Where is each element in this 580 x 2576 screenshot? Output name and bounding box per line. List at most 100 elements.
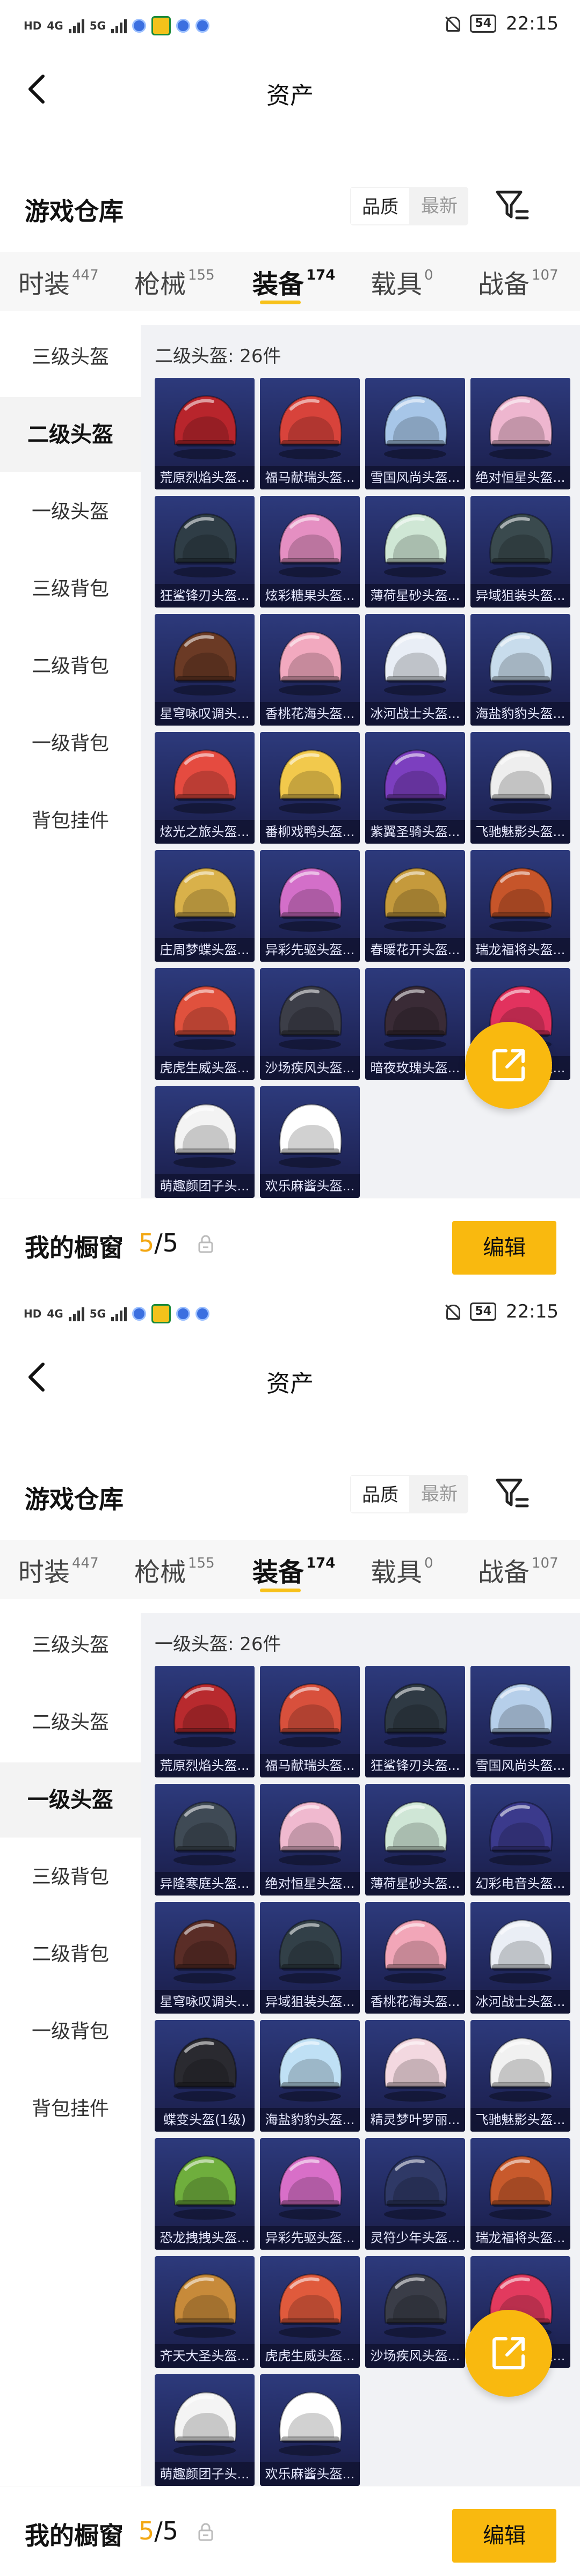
tab-category[interactable]: 载具 0 bbox=[371, 1551, 433, 1589]
item-card[interactable]: 春暖花开头盔... bbox=[365, 850, 465, 962]
notification-app-icon bbox=[151, 16, 171, 35]
item-card[interactable]: 萌趣颜团子头... bbox=[155, 1086, 255, 1198]
edit-button[interactable]: 编辑 bbox=[452, 1221, 556, 1275]
sidebar-item[interactable]: 背包挂件 bbox=[0, 2072, 141, 2147]
tab-category[interactable]: 战备 107 bbox=[478, 1551, 559, 1589]
item-card[interactable]: 飞驰魅影头盔... bbox=[470, 2020, 570, 2132]
item-card[interactable]: 幻彩电音头盔... bbox=[470, 1784, 570, 1896]
item-card[interactable]: 暗夜玫瑰头盔... bbox=[365, 968, 465, 1080]
warehouse-row: 游戏仓库 品质 最新 bbox=[0, 182, 580, 231]
item-card[interactable]: 精灵梦叶罗丽... bbox=[365, 2020, 465, 2132]
tab-category[interactable]: 枪械 155 bbox=[134, 263, 215, 301]
item-card[interactable]: 庄周梦蝶头盔... bbox=[155, 850, 255, 962]
item-card[interactable]: 虎虎生威头盔... bbox=[260, 2256, 360, 2368]
sidebar-item[interactable]: 二级头盔 bbox=[0, 1685, 141, 1760]
item-card[interactable]: 炫光之旅头盔... bbox=[155, 732, 255, 844]
item-card[interactable]: 异彩先驱头盔... bbox=[260, 850, 360, 962]
item-card[interactable]: 薄荷星砂头盔... bbox=[365, 1784, 465, 1896]
item-card[interactable]: 紫翼圣骑头盔... bbox=[365, 732, 465, 844]
item-card[interactable]: 荒原烈焰头盔... bbox=[155, 1666, 255, 1777]
filter-icon[interactable] bbox=[493, 187, 531, 224]
sidebar-item[interactable]: 一级背包 bbox=[0, 1994, 141, 2069]
sidebar-item[interactable]: 一级头盔 bbox=[0, 1762, 141, 1838]
item-card[interactable]: 瑞龙福将头盔... bbox=[470, 2138, 570, 2250]
tab-count: 174 bbox=[306, 267, 336, 283]
item-card[interactable]: 恐龙拽拽头盔... bbox=[155, 2138, 255, 2250]
helmet-icon bbox=[279, 2391, 342, 2456]
sort-option[interactable]: 品质 bbox=[350, 187, 410, 225]
item-name: 飞驰魅影头盔... bbox=[470, 820, 570, 844]
item-card[interactable]: 福马献瑞头盔... bbox=[260, 1666, 360, 1777]
item-card[interactable]: 狂鲨锋刃头盔... bbox=[155, 496, 255, 608]
sidebar-item[interactable]: 一级背包 bbox=[0, 706, 141, 781]
item-card[interactable]: 星穹咏叹调头... bbox=[155, 614, 255, 726]
item-card[interactable]: 异彩先驱头盔... bbox=[260, 2138, 360, 2250]
item-card[interactable]: 欢乐麻酱头盔... bbox=[260, 2374, 360, 2486]
item-card[interactable]: 异域狙装头盔... bbox=[260, 1902, 360, 2014]
sidebar-item[interactable]: 三级背包 bbox=[0, 1840, 141, 1915]
sidebar-item[interactable]: 三级背包 bbox=[0, 552, 141, 627]
sidebar-item[interactable]: 三级头盔 bbox=[0, 320, 141, 395]
item-card[interactable]: 沙场疾风头盔... bbox=[365, 2256, 465, 2368]
item-card[interactable]: 灵符少年头盔... bbox=[365, 2138, 465, 2250]
sort-option[interactable]: 最新 bbox=[410, 187, 468, 225]
item-card[interactable]: 萌趣颜团子头... bbox=[155, 2374, 255, 2486]
item-card[interactable]: 香桃花海头盔... bbox=[365, 1902, 465, 2014]
tab-count: 107 bbox=[532, 267, 559, 283]
item-card[interactable]: 香桃花海头盔... bbox=[260, 614, 360, 726]
sidebar-item[interactable]: 二级头盔 bbox=[0, 397, 141, 472]
item-card[interactable]: 薄荷星砂头盔... bbox=[365, 496, 465, 608]
tab-category[interactable]: 装备 174 bbox=[252, 1551, 335, 1589]
sort-option[interactable]: 品质 bbox=[350, 1475, 410, 1513]
share-button[interactable] bbox=[465, 1022, 552, 1109]
item-card[interactable]: 海盐豹豹头盔... bbox=[470, 614, 570, 726]
item-card[interactable]: 荒原烈焰头盔... bbox=[155, 378, 255, 489]
item-card[interactable]: 雪国风尚头盔... bbox=[470, 1666, 570, 1777]
item-card[interactable]: 齐天大圣头盔... bbox=[155, 2256, 255, 2368]
item-card[interactable]: 星穹咏叹调头... bbox=[155, 1902, 255, 2014]
notification-app-icon bbox=[195, 1307, 210, 1321]
item-name: 星穹咏叹调头... bbox=[155, 1990, 255, 2014]
item-card[interactable]: 冰河战士头盔... bbox=[470, 1902, 570, 2014]
item-card[interactable]: 瑞龙福将头盔... bbox=[470, 850, 570, 962]
filter-icon[interactable] bbox=[493, 1475, 531, 1512]
item-card[interactable]: 绝对恒星头盔... bbox=[260, 1784, 360, 1896]
sort-option[interactable]: 最新 bbox=[410, 1475, 468, 1513]
item-card[interactable]: 虎虎生威头盔... bbox=[155, 968, 255, 1080]
sidebar-item[interactable]: 二级背包 bbox=[0, 1917, 141, 1992]
item-name: 沙场疾风头盔... bbox=[365, 2344, 465, 2368]
tab-label: 战备 bbox=[478, 1557, 530, 1587]
item-card[interactable]: 冰河战士头盔... bbox=[365, 614, 465, 726]
helmet-icon bbox=[173, 867, 237, 932]
item-card[interactable]: 绝对恒星头盔... bbox=[470, 378, 570, 489]
share-export-icon bbox=[492, 1049, 525, 1081]
item-card[interactable]: 雪国风尚头盔... bbox=[365, 378, 465, 489]
sidebar-item[interactable]: 三级头盔 bbox=[0, 1608, 141, 1683]
item-card[interactable]: 狂鲨锋刃头盔... bbox=[365, 1666, 465, 1777]
item-name: 荒原烈焰头盔... bbox=[155, 466, 255, 489]
item-card[interactable]: 欢乐麻酱头盔... bbox=[260, 1086, 360, 1198]
edit-button[interactable]: 编辑 bbox=[452, 2509, 556, 2563]
tab-category[interactable]: 枪械 155 bbox=[134, 1551, 215, 1589]
tab-category[interactable]: 时装 447 bbox=[18, 263, 99, 301]
tab-category[interactable]: 装备 174 bbox=[252, 263, 335, 301]
item-card[interactable]: 番柳戏鸭头盔... bbox=[260, 732, 360, 844]
item-card[interactable]: 异隆寒庭头盔... bbox=[155, 1784, 255, 1896]
item-card[interactable]: 福马献瑞头盔... bbox=[260, 378, 360, 489]
share-button[interactable] bbox=[465, 2310, 552, 2397]
warehouse-title: 游戏仓库 bbox=[25, 197, 124, 226]
sidebar-item[interactable]: 背包挂件 bbox=[0, 784, 141, 859]
tab-category[interactable]: 战备 107 bbox=[478, 263, 559, 301]
item-card[interactable]: 炫彩糖果头盔... bbox=[260, 496, 360, 608]
item-card[interactable]: 异域狙装头盔... bbox=[470, 496, 570, 608]
item-card[interactable]: 飞驰魅影头盔... bbox=[470, 732, 570, 844]
helmet-icon bbox=[173, 2155, 237, 2220]
item-card[interactable]: 海盐豹豹头盔... bbox=[260, 2020, 360, 2132]
tab-category[interactable]: 载具 0 bbox=[371, 263, 433, 301]
item-card[interactable]: 蝶变头盔(1级) bbox=[155, 2020, 255, 2132]
sidebar-item[interactable]: 一级头盔 bbox=[0, 474, 141, 550]
item-card[interactable]: 沙场疾风头盔... bbox=[260, 968, 360, 1080]
helmet-icon bbox=[384, 513, 447, 577]
sidebar-item[interactable]: 二级背包 bbox=[0, 629, 141, 704]
tab-category[interactable]: 时装 447 bbox=[18, 1551, 99, 1589]
